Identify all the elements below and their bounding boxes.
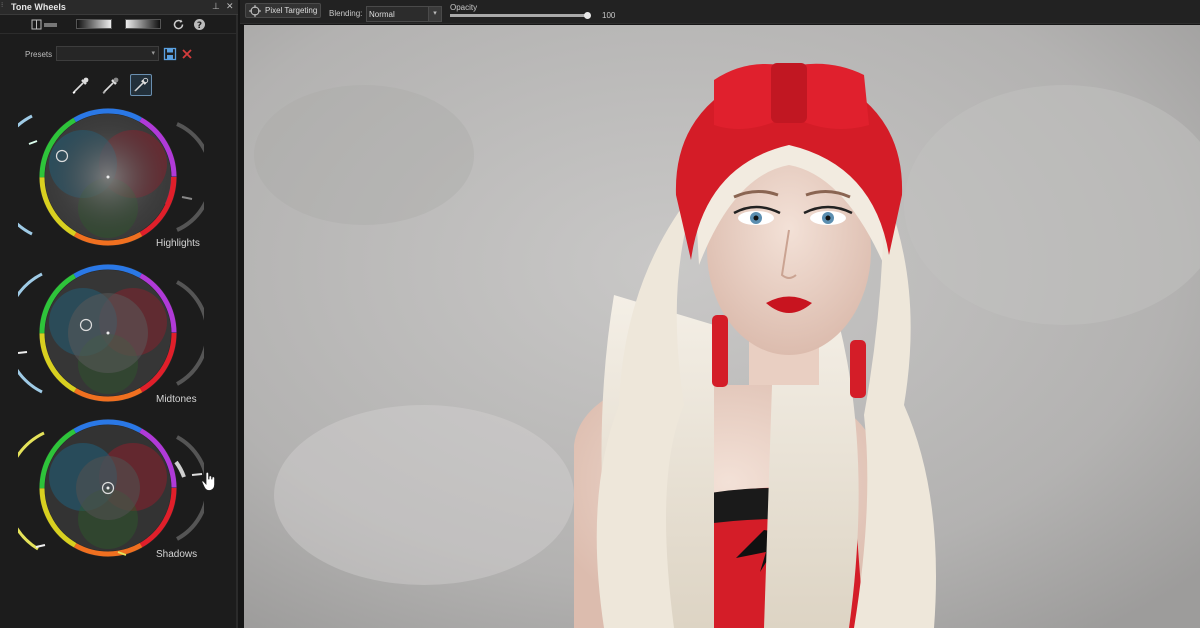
pixel-targeting-button[interactable]: Pixel Targeting (245, 3, 321, 18)
presets-dropdown[interactable]: ▾ (56, 46, 159, 61)
shadows-color-wheel[interactable] (4, 415, 210, 565)
portrait-photo (244, 25, 1200, 628)
reset-icon[interactable] (172, 18, 185, 31)
gradient-wb-icon[interactable] (125, 19, 161, 29)
highlights-luminance-arc[interactable] (0, 114, 33, 236)
chevron-down-icon: ▾ (151, 50, 155, 57)
levels-icon[interactable] (30, 18, 60, 31)
panel-toolbar: ? (0, 15, 238, 34)
midtones-eyedropper-icon[interactable] (100, 74, 122, 96)
target-icon (249, 5, 261, 17)
highlights-eyedropper-icon[interactable] (70, 74, 92, 96)
gradient-bw-icon[interactable] (76, 19, 112, 29)
hand-cursor-icon (201, 471, 215, 491)
blending-value: Normal (369, 10, 395, 19)
shadows-wheel-group: Shadows (4, 415, 210, 565)
midtones-luminance-arc[interactable] (4, 272, 43, 394)
shadows-saturation-arc[interactable] (176, 435, 210, 541)
midtones-saturation-arc[interactable] (176, 280, 210, 386)
delete-preset-icon[interactable] (180, 47, 194, 61)
help-icon[interactable]: ? (193, 18, 206, 31)
presets-label: Presets (25, 50, 53, 59)
midtones-wheel-group: Midtones (4, 260, 210, 410)
highlights-saturation-arc[interactable] (176, 122, 214, 232)
midtones-color-wheel[interactable] (4, 260, 210, 410)
svg-text:?: ? (197, 21, 202, 31)
close-icon[interactable]: ✕ (226, 1, 234, 12)
panel-title: Tone Wheels (11, 2, 66, 12)
pixel-targeting-label: Pixel Targeting (265, 6, 318, 15)
chevron-down-icon: ▾ (428, 7, 441, 21)
midtones-label: Midtones (156, 394, 197, 405)
tone-wheels-panel: ⁝ Tone Wheels ⊥ ✕ ? Presets ▾ Highlights… (0, 0, 238, 628)
opacity-slider-fill (450, 14, 590, 17)
panel-title-bar: ⁝ Tone Wheels ⊥ ✕ (0, 0, 238, 15)
pin-icon[interactable]: ⊥ (212, 1, 220, 12)
image-canvas[interactable] (244, 25, 1200, 628)
opacity-slider-thumb[interactable] (584, 12, 591, 19)
shadows-label: Shadows (156, 549, 198, 560)
opacity-label: Opacity (450, 3, 478, 12)
highlights-wheel-group: Highlights (0, 104, 214, 254)
save-preset-icon[interactable] (163, 47, 177, 61)
opacity-slider[interactable] (450, 12, 591, 19)
top-toolbar: Pixel Targeting Blending: Normal ▾ Opaci… (240, 0, 1200, 24)
highlights-color-wheel[interactable] (0, 104, 214, 254)
highlights-label: Highlights (156, 238, 200, 249)
shadows-eyedropper-icon[interactable] (130, 74, 152, 96)
opacity-value: 100 (602, 11, 616, 20)
blending-dropdown[interactable]: Normal ▾ (366, 6, 442, 22)
blending-label: Blending: (329, 9, 363, 18)
app-window: ⁝ Tone Wheels ⊥ ✕ ? Presets ▾ Highlights… (0, 0, 1200, 628)
panel-drag-icon[interactable]: ⁝ (1, 1, 3, 9)
